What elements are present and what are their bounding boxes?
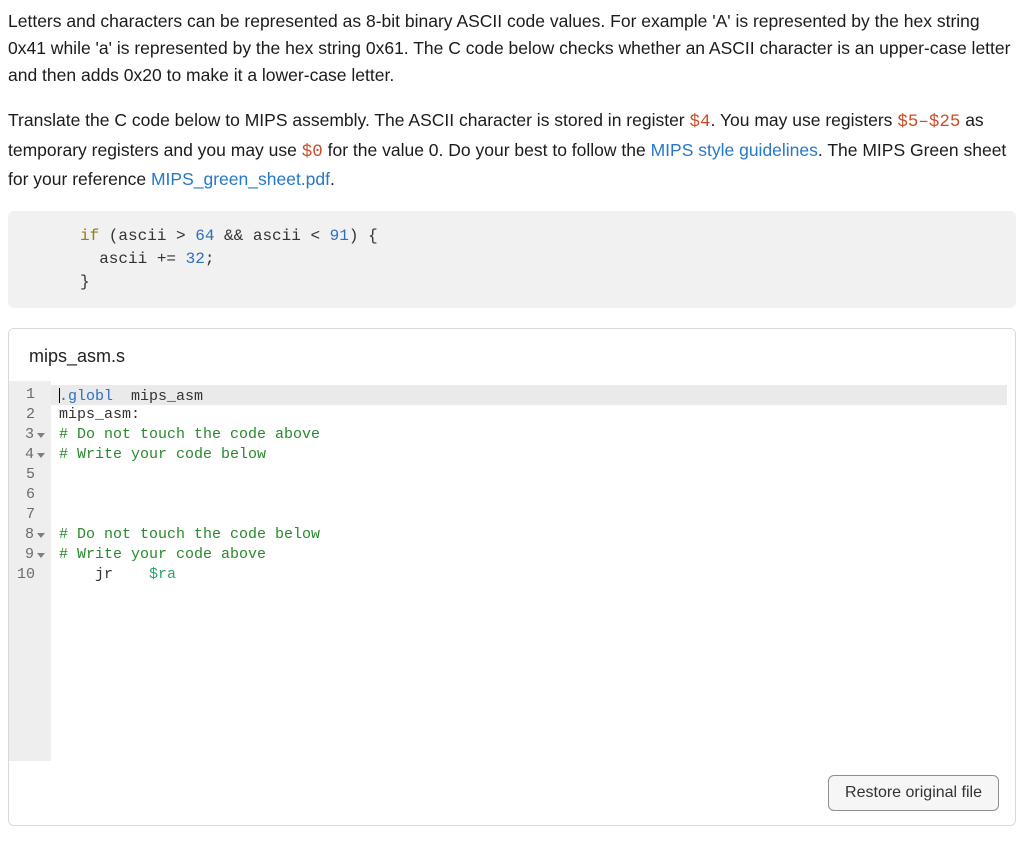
text: ) { <box>349 227 378 245</box>
code-line[interactable] <box>59 465 1007 485</box>
comment: # Do not touch the code above <box>59 426 320 443</box>
text: } <box>80 273 90 291</box>
register-4: $4 <box>690 112 711 132</box>
link-style-guidelines[interactable]: MIPS style guidelines <box>651 140 818 160</box>
num-91: 91 <box>320 227 349 245</box>
op: < <box>310 227 320 245</box>
editor-footer: Restore original file <box>9 761 1015 825</box>
op-pluseq: += <box>157 250 176 268</box>
code-line[interactable]: mips_asm: <box>59 405 1007 425</box>
gutter-row: 9 <box>15 545 45 565</box>
label: mips_asm: <box>59 406 140 423</box>
text: . You may use registers <box>711 110 898 130</box>
comment: # Write your code above <box>59 546 266 563</box>
editor-card: mips_asm.s 1 2 3 4 5 6 7 8 9 10 .globl m… <box>8 328 1016 826</box>
comment: # Write your code below <box>59 446 266 463</box>
op-and: && <box>214 227 252 245</box>
register-0: $0 <box>302 142 323 162</box>
code-line[interactable] <box>59 505 1007 525</box>
instr: jr <box>59 566 149 583</box>
code-line[interactable]: .globl mips_asm <box>51 385 1007 405</box>
text: mips_asm <box>113 388 203 405</box>
gutter-row: 2 <box>15 405 45 425</box>
intro-paragraph-1: Letters and characters can be represente… <box>8 8 1016 89</box>
directive: .globl <box>59 388 113 405</box>
comment: # Do not touch the code below <box>59 526 320 543</box>
code-line[interactable]: # Do not touch the code below <box>59 525 1007 545</box>
text: Translate the C code below to MIPS assem… <box>8 110 690 130</box>
op: > <box>176 227 186 245</box>
code-line[interactable] <box>59 485 1007 505</box>
gutter-row: 7 <box>15 505 45 525</box>
gutter-row: 4 <box>15 445 45 465</box>
code-editor[interactable]: .globl mips_asm mips_asm: # Do not touch… <box>51 381 1015 761</box>
code-line[interactable]: # Write your code below <box>59 445 1007 465</box>
restore-button[interactable]: Restore original file <box>828 775 999 811</box>
keyword-if: if <box>80 227 99 245</box>
text: ; <box>205 250 215 268</box>
text: ascii <box>253 227 311 245</box>
c-code-block: if (ascii > 64 && ascii < 91) { ascii +=… <box>8 211 1016 309</box>
fold-icon[interactable] <box>37 433 45 438</box>
fold-icon[interactable] <box>37 533 45 538</box>
editor-gutter: 1 2 3 4 5 6 7 8 9 10 <box>9 381 51 761</box>
editor-filename: mips_asm.s <box>9 329 1015 381</box>
register-ra: $ra <box>149 566 176 583</box>
intro-paragraph-2: Translate the C code below to MIPS assem… <box>8 107 1016 192</box>
link-green-sheet[interactable]: MIPS_green_sheet.pdf <box>151 169 330 189</box>
text: (ascii <box>99 227 176 245</box>
text: for the value 0. Do your best to follow … <box>323 140 651 160</box>
gutter-row: 3 <box>15 425 45 445</box>
num-32: 32 <box>176 250 205 268</box>
text: ascii <box>80 250 157 268</box>
gutter-row: 1 <box>15 385 45 405</box>
code-line[interactable]: # Do not touch the code above <box>59 425 1007 445</box>
gutter-row: 5 <box>15 465 45 485</box>
fold-icon[interactable] <box>37 453 45 458</box>
editor-body[interactable]: 1 2 3 4 5 6 7 8 9 10 .globl mips_asm mip… <box>9 381 1015 761</box>
code-line[interactable]: # Write your code above <box>59 545 1007 565</box>
gutter-row: 8 <box>15 525 45 545</box>
fold-icon[interactable] <box>37 553 45 558</box>
gutter-row: 10 <box>15 565 45 585</box>
register-5-25: $5–$25 <box>897 112 960 132</box>
num-64: 64 <box>186 227 215 245</box>
code-line[interactable]: jr $ra <box>59 565 1007 585</box>
gutter-row: 6 <box>15 485 45 505</box>
text: . <box>330 169 335 189</box>
cursor-icon <box>59 388 60 403</box>
